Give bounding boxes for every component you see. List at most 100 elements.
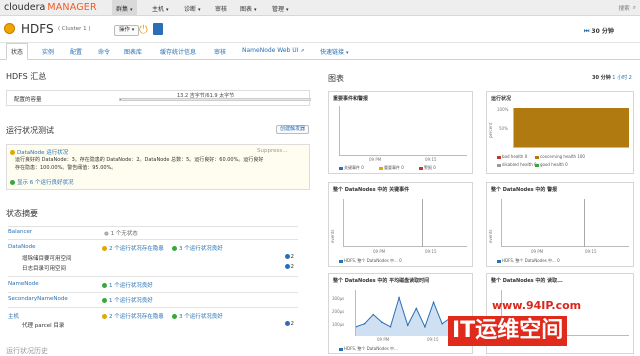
namenode-good-label: 1 个运行状况良好 (109, 283, 153, 289)
secondarynamenode-good[interactable]: 1 个运行状况良好 (102, 296, 153, 304)
y-tick: 100% (497, 107, 509, 112)
cloudera-logo[interactable]: cloudera MANAGER (4, 2, 97, 13)
balancer-status-label: 1 个无状态 (110, 231, 138, 237)
chart-datanode-critical-events[interactable]: 整个 DataNodes 中的 关键事件 events 09 PM 09:15 … (328, 182, 473, 267)
document-icon[interactable] (153, 23, 163, 35)
chevron-down-icon: ▾ (130, 7, 133, 13)
range-30m[interactable]: 30 分钟 (592, 75, 611, 81)
good-status-icon (102, 298, 107, 303)
legend-label: HDFS, 整个 DataNodes 中... 0 (344, 258, 402, 263)
good-status-icon (10, 180, 15, 185)
tab-commands[interactable]: 命令 (98, 47, 110, 56)
legend-label: HDFS, 整个 DataNodes 中... 0 (502, 258, 560, 263)
hosts-good[interactable]: 3 个运行状况良好 (172, 312, 223, 320)
nav-clusters[interactable]: 群集 ▾ (112, 0, 137, 16)
disk-read-time-point (389, 326, 392, 328)
chart-title: 整个 DataNodes 中的 关键事件 (333, 187, 410, 193)
none-status-icon: ● (104, 231, 109, 237)
legend-item: HDFS, 整个 DataNodes 中... (339, 346, 398, 352)
hosts-sub-count[interactable]: 2 (284, 321, 294, 327)
datanode-concerning[interactable]: 2 个运行状况存在隐患 (102, 244, 164, 252)
tab-namenode-webui[interactable]: NameNode Web UI ⇗ (242, 47, 305, 54)
legend-label: 重要事件 0 (384, 165, 404, 170)
tab-chart-library[interactable]: 图表库 (124, 47, 142, 56)
legend-item: disabled health 0 (497, 162, 537, 167)
status-row-balancer: Balancer ● 1 个无状态 (8, 229, 298, 237)
tab-audits[interactable]: 审核 (214, 47, 226, 56)
disk-read-time-point (441, 322, 443, 325)
legend-item: concerning health 100 (535, 154, 585, 159)
x-tick: 09 PM (369, 157, 382, 162)
x-tick: 09:15 (427, 337, 439, 342)
time-range-selector[interactable]: ⏮ 30 分钟 (584, 26, 614, 36)
y-tick: 300μs (332, 296, 345, 301)
chart-datanode-alerts[interactable]: 整个 DataNodes 中的 警报 events 09 PM 09:15 HD… (486, 182, 634, 267)
datanode-link[interactable]: DataNode (8, 244, 36, 250)
nav-admin[interactable]: 管理 ▾ (272, 4, 289, 13)
datanode-sub2-count-label: 2 (290, 264, 295, 270)
datanode-sub1-count[interactable]: 2 (284, 254, 294, 260)
info-icon (284, 321, 290, 326)
tab-quick-links[interactable]: 快速链接 ▾ (320, 47, 349, 56)
chart-title: 运行状况 (491, 96, 512, 102)
search-icon: ⌕ (632, 4, 636, 11)
tab-status[interactable]: 状态 (6, 43, 29, 60)
legend-item: bad health 0 (497, 154, 527, 159)
previous-icon: ⏮ (584, 28, 590, 35)
service-header: HDFS ( Cluster 1 ) 操作 ▾ ⏻ ⏮ 30 分钟 (0, 17, 640, 43)
suppress-link[interactable]: Suppress... (257, 148, 287, 154)
health-test-body-1: 运行良好的 DataNode：3。存在隐患的 DataNode：2。DataNo… (15, 157, 264, 163)
balancer-status: ● 1 个无状态 (104, 229, 138, 237)
hosts-link[interactable]: 主机 (8, 314, 19, 320)
tab-configuration[interactable]: 配置 (70, 47, 82, 56)
chart-events-alerts[interactable]: 重要事件和警报 09 PM 09:15 关键事件 0 重要事件 0 警报 0 (328, 91, 473, 174)
tab-instances[interactable]: 实例 (42, 47, 54, 56)
namenode-link[interactable]: NameNode (8, 281, 39, 287)
legend-item: 警报 0 (419, 165, 436, 171)
range-2h[interactable]: 2 (629, 75, 632, 81)
concerning-status-icon (10, 150, 15, 155)
status-row-secondarynamenode: SecondaryNameNode 1 个运行状况良好 (8, 296, 298, 304)
range-1h[interactable]: 1 小时 (612, 75, 627, 81)
x-tick: 09:15 (425, 249, 437, 254)
health-history-title: 运行状况历史 (6, 347, 48, 355)
nav-audits[interactable]: 审核 (215, 4, 227, 13)
datanode-good[interactable]: 3 个运行状况良好 (172, 244, 223, 252)
datanode-sub2-count[interactable]: 2 (284, 264, 295, 270)
balancer-link[interactable]: Balancer (8, 229, 32, 235)
nav-diagnostics[interactable]: 诊断 ▾ (184, 4, 201, 13)
y-tick: 200μs (332, 309, 345, 314)
legend-label: bad health 0 (502, 154, 528, 159)
show-healthy-link[interactable]: 显示 6 个运行良好状况 (10, 178, 74, 186)
actions-label: 操作 (119, 27, 131, 33)
chart-range-selector: 30 分钟 1 小时 2 (592, 74, 632, 81)
tab-namenode-webui-label: NameNode Web UI (242, 47, 299, 54)
power-icon[interactable]: ⏻ (139, 24, 148, 35)
concerning-status-icon (102, 246, 107, 251)
legend-swatch (419, 166, 423, 170)
cluster-name[interactable]: ( Cluster 1 ) (58, 26, 91, 32)
actions-button[interactable]: 操作 ▾ (114, 25, 140, 36)
search-input[interactable]: 搜索 ⌕ (588, 3, 636, 13)
legend-swatch (379, 166, 383, 170)
datanode-sub1-label: 增除储目要可用空间 (22, 256, 72, 262)
secondarynamenode-link[interactable]: SecondaryNameNode (8, 296, 68, 302)
hosts-concerning-label: 2 个运行状况存在隐患 (109, 314, 164, 320)
chevron-down-icon: ▾ (131, 27, 135, 33)
status-row-namenode: NameNode 1 个运行状况良好 (8, 281, 298, 289)
create-trigger-button[interactable]: 创建触发器 (276, 125, 310, 134)
namenode-good[interactable]: 1 个运行状况良好 (102, 281, 153, 289)
hosts-concerning[interactable]: 2 个运行状况存在隐患 (102, 312, 164, 320)
service-tabs: 状态 实例 配置 命令 图表库 缓存统计信息 审核 NameNode Web U… (0, 43, 640, 60)
tab-cache-statistics[interactable]: 缓存统计信息 (160, 47, 196, 56)
legend-label: HDFS, 整个 DataNodes 中... (344, 346, 398, 351)
y-tick: 100μs (332, 322, 345, 327)
divider (8, 307, 298, 308)
chart-health[interactable]: 运行状况 percent 100% 50% bad health 0 conce… (486, 91, 634, 174)
watermark-brand: IT运维空间 (448, 316, 568, 346)
divider (8, 292, 298, 293)
legend-item: good health 0 (535, 162, 568, 167)
nav-hosts[interactable]: 主机 ▾ (152, 4, 169, 13)
nav-charts[interactable]: 图表 ▾ (240, 4, 257, 13)
disk-read-time-point (432, 301, 435, 304)
